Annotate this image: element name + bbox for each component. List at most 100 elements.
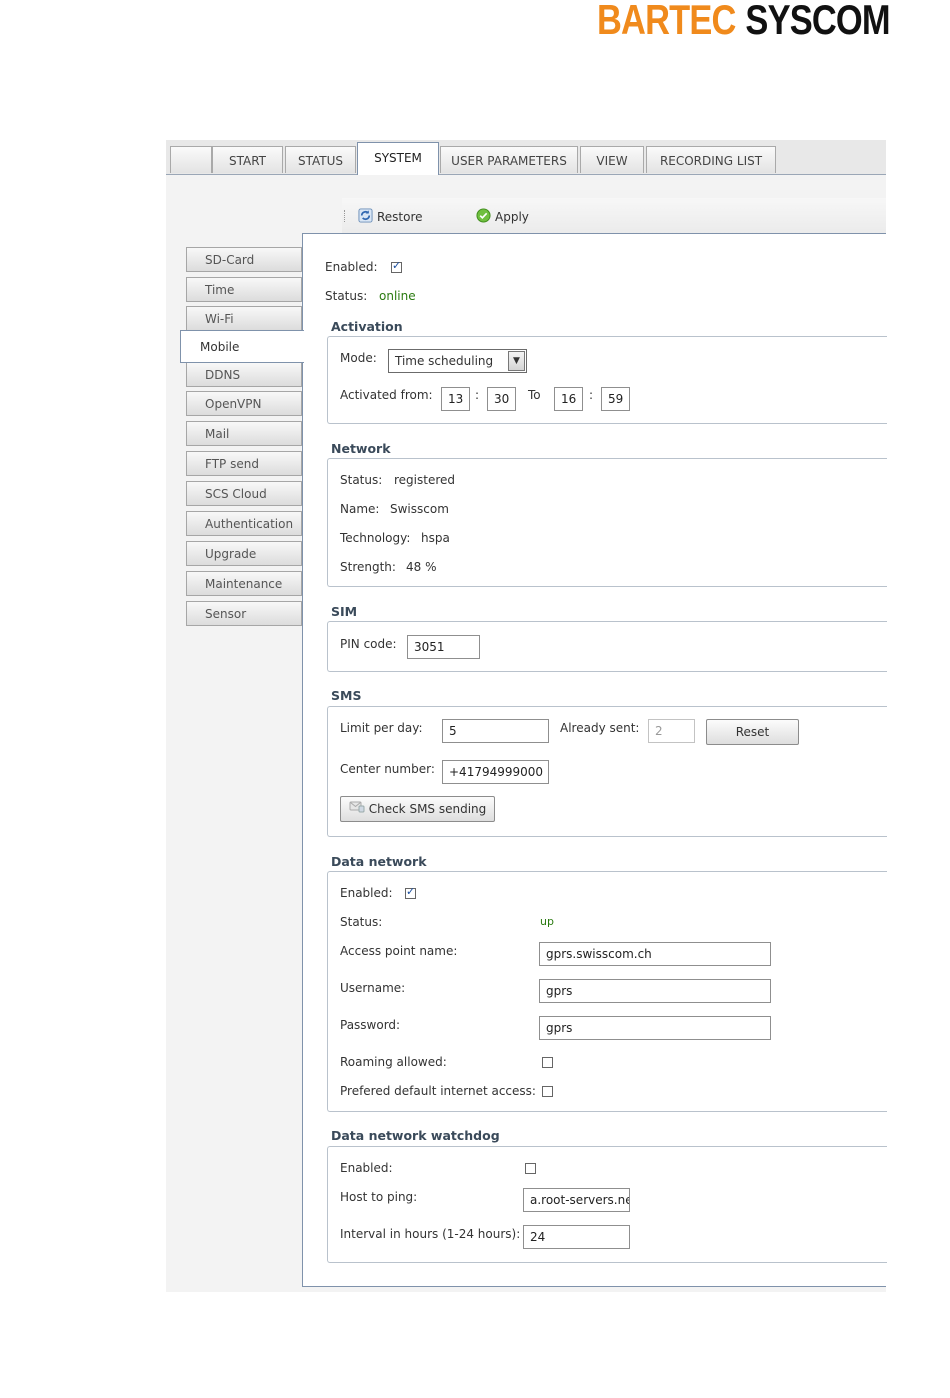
data-enabled-checkbox[interactable] [405,885,416,899]
default-internet-label: Prefered default internet access: [340,1084,536,1098]
status-label: Status: [325,289,368,303]
chevron-down-icon[interactable]: ▼ [508,351,525,371]
tab-start[interactable]: START [212,146,283,173]
activation-title: Activation [331,319,403,334]
watchdog-enabled-checkbox[interactable] [525,1163,536,1174]
default-internet-checkbox[interactable] [542,1086,553,1097]
already-sent-label: Already sent: [560,721,640,735]
activated-from-label: Activated from: [340,388,433,402]
watchdog-box: Enabled: Host to ping: a.root-servers.ne… [327,1146,887,1263]
status-value: online [379,289,416,303]
sidebar-item-mobile[interactable]: Mobile [180,330,304,363]
to-label: To [528,388,541,402]
to-minute-input[interactable]: 59 [601,387,630,411]
interval-label: Interval in hours (1-24 hours): [340,1227,521,1241]
center-number-input[interactable]: +41794999000 [442,760,549,784]
mode-value: Time scheduling [395,354,494,368]
watchdog-title: Data network watchdog [331,1128,500,1143]
network-name-value: Swisscom [390,502,449,516]
data-enabled-label: Enabled: [340,886,393,900]
network-technology-label: Technology: [340,531,411,545]
check-circle-icon [476,208,491,226]
from-minute-input[interactable]: 30 [487,387,516,411]
password-label: Password: [340,1018,401,1032]
host-to-ping-input[interactable]: a.root-servers.net [523,1188,630,1212]
toolbar-grip [344,210,347,222]
sms-icon [349,797,365,821]
sidebar-item-scs-cloud[interactable]: SCS Cloud [186,481,302,506]
sidebar-item-ftp-send[interactable]: FTP send [186,451,302,476]
apn-input[interactable]: gprs.swisscom.ch [539,942,771,966]
limit-per-day-input[interactable]: 5 [442,719,549,743]
app-frame: START STATUS SYSTEM USER PARAMETERS VIEW… [166,140,887,1292]
sidebar-item-authentication[interactable]: Authentication [186,511,302,536]
refresh-icon [358,208,373,226]
tab-recording-list[interactable]: RECORDING LIST [646,146,776,173]
network-technology-value: hspa [421,531,450,545]
watchdog-enabled-label: Enabled: [340,1161,393,1175]
sidebar-item-ddns[interactable]: DDNS [186,362,302,387]
apply-button[interactable]: Apply [476,208,529,226]
limit-per-day-label: Limit per day: [340,721,423,735]
network-strength-label: Strength: [340,560,396,574]
toolbar: Restore Apply [342,198,886,234]
sidebar-item-sd-card[interactable]: SD-Card [186,247,302,272]
apn-label: Access point name: [340,944,458,958]
network-name-label: Name: [340,502,380,516]
interval-input[interactable]: 24 [523,1225,630,1249]
logo-syscom: SYSCOM [745,0,890,43]
sidebar-item-maintenance[interactable]: Maintenance [186,571,302,596]
logo-bartec: BARTEC [597,0,736,43]
apply-label: Apply [495,210,529,224]
sidebar-item-sensor[interactable]: Sensor [186,601,302,626]
to-colon: : [589,388,594,402]
host-to-ping-label: Host to ping: [340,1190,418,1204]
data-network-box: Enabled: Status: up Access point name: g… [327,871,887,1112]
data-status-value: up [540,915,554,928]
sidebar-item-openvpn[interactable]: OpenVPN [186,391,302,416]
tab-user-parameters[interactable]: USER PARAMETERS [440,146,578,173]
to-hour-input[interactable]: 16 [554,387,583,411]
sms-title: SMS [331,688,362,703]
username-input[interactable]: gprs [539,979,771,1003]
tab-blank[interactable] [170,146,212,173]
network-strength-value: 48 % [406,560,437,574]
center-number-label: Center number: [340,762,435,776]
pin-code-label: PIN code: [340,637,397,651]
restore-label: Restore [377,210,423,224]
network-status-label: Status: [340,473,383,487]
tab-view[interactable]: VIEW [580,146,644,173]
network-status-value: registered [394,473,456,487]
sidebar-item-mail[interactable]: Mail [186,421,302,446]
password-input[interactable]: gprs [539,1016,771,1040]
mode-select[interactable]: Time scheduling ▼ [388,349,527,373]
from-colon: : [475,388,480,402]
sms-box: Limit per day: 5 Already sent: 2 Reset C… [327,706,887,837]
roaming-allowed-label: Roaming allowed: [340,1055,447,1069]
pin-code-input[interactable]: 3051 [407,635,480,659]
sim-box: PIN code: 3051 [327,621,887,672]
main-tabbar: START STATUS SYSTEM USER PARAMETERS VIEW… [166,140,886,175]
from-hour-input[interactable]: 13 [441,387,470,411]
network-box: Status: registered Name: Swisscom Techno… [327,458,887,587]
enabled-label: Enabled: [325,260,378,274]
tab-status[interactable]: STATUS [285,146,356,173]
reset-button[interactable]: Reset [706,719,799,745]
sidebar-item-upgrade[interactable]: Upgrade [186,541,302,566]
sim-title: SIM [331,604,358,619]
network-title: Network [331,441,391,456]
data-status-label: Status: [340,915,383,929]
mode-label: Mode: [340,351,377,365]
sidebar-item-wi-fi[interactable]: Wi-Fi [186,306,302,331]
check-sms-sending-button[interactable]: Check SMS sending [340,796,495,822]
brand-logo: BARTEC SYSCOM [597,0,891,43]
mobile-settings-panel: Enabled: Status: online Activation Mode:… [302,233,887,1287]
mobile-enabled-checkbox[interactable] [391,259,402,273]
activation-box: Mode: Time scheduling ▼ Activated from: … [327,336,887,424]
roaming-allowed-checkbox[interactable] [542,1057,553,1068]
sidebar-item-time[interactable]: Time [186,277,302,302]
username-label: Username: [340,981,406,995]
restore-button[interactable]: Restore [358,208,423,226]
data-network-title: Data network [331,854,427,869]
tab-system[interactable]: SYSTEM [357,142,439,175]
